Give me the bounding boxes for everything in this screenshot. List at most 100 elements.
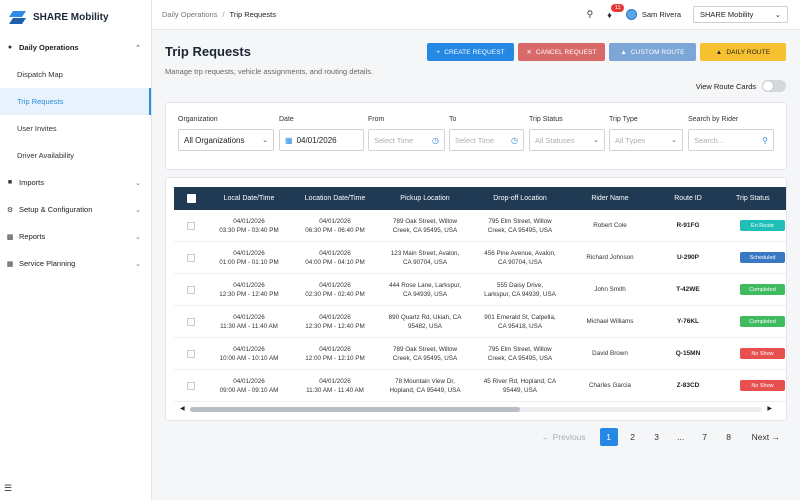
- table-row[interactable]: 04/01/2026 11:30 AM - 11:40 AM 04/01/2026 1…: [174, 306, 786, 338]
- nav-section-setup-configuration[interactable]: ⚙ Setup & Configuration ⌄: [0, 196, 151, 223]
- page-2[interactable]: 2: [624, 428, 642, 446]
- chevron-down-icon: ⌄: [262, 137, 268, 144]
- page-title: Trip Requests: [165, 44, 251, 59]
- avatar[interactable]: [625, 9, 637, 20]
- breadcrumb-parent[interactable]: Daily Operations: [162, 10, 217, 19]
- sidebar-item-trip-requests[interactable]: Trip Requests: [0, 88, 151, 115]
- breadcrumb-current: Trip Requests: [229, 10, 276, 19]
- cell-route-id: Q-15MN: [675, 350, 701, 358]
- logo[interactable]: SHARE Mobility: [0, 0, 151, 34]
- sidebar-item-driver-availability[interactable]: Driver Availability: [0, 142, 151, 169]
- from-time-field[interactable]: Select Time ◷: [368, 129, 445, 151]
- cell-dropoff-location: 456 Pine Avenue, Avalon, CA 90704, USA: [484, 249, 556, 266]
- sidebar: SHARE Mobility ● Daily Operations ⌃ Disp…: [0, 0, 152, 500]
- status-badge: No Show: [740, 348, 785, 359]
- cell-rider-name: Robert Cole: [593, 222, 627, 230]
- topbar: Daily Operations / Trip Requests ⚲ ♦ 11 Sam…: [152, 0, 800, 30]
- cell-rider-name: David Brown: [592, 350, 628, 358]
- chart-icon: ▩: [6, 233, 14, 241]
- horizontal-scrollbar[interactable]: ◀ ▶: [180, 405, 772, 413]
- col-local-datetime[interactable]: Local Date/Time: [208, 187, 290, 210]
- row-checkbox[interactable]: [187, 222, 195, 230]
- col-rider-name[interactable]: Rider Name: [570, 187, 650, 210]
- view-route-cards-toggle[interactable]: [762, 80, 786, 92]
- trip-requests-table: Local Date/Time Location Date/Time Picku…: [165, 177, 787, 421]
- col-trip-status[interactable]: Trip Status: [726, 187, 786, 210]
- status-badge: Completed: [740, 284, 785, 295]
- breadcrumb: Daily Operations / Trip Requests: [162, 10, 276, 19]
- col-dropoff-location[interactable]: Drop-off Location: [474, 187, 566, 210]
- table-row[interactable]: 04/01/2026 10:00 AM - 10:10 AM 04/01/2026 1…: [174, 338, 786, 370]
- menu-icon[interactable]: ☰: [4, 483, 12, 494]
- bell-icon[interactable]: ♦ 11: [607, 3, 625, 20]
- scroll-right-arrow-icon[interactable]: ▶: [767, 405, 772, 412]
- custom-route-button[interactable]: ▲ CUSTOM ROUTE: [609, 43, 696, 61]
- clock-icon: ◷: [432, 135, 439, 145]
- org-select[interactable]: SHARE Mobility ⌄: [693, 6, 788, 23]
- cell-pickup-location: 789 Oak Street, Willow Creek, CA 95495, U…: [392, 345, 458, 362]
- previous-page-button[interactable]: ← Previous: [542, 432, 586, 442]
- row-checkbox[interactable]: [187, 254, 195, 262]
- calendar-icon: ▦: [285, 135, 293, 145]
- cell-route-id: U-290P: [676, 254, 700, 262]
- row-checkbox[interactable]: [187, 286, 195, 294]
- search-icon[interactable]: ⚲: [587, 9, 594, 20]
- cell-rider-name: John Smith: [594, 286, 626, 294]
- nav-section-daily-operations[interactable]: ● Daily Operations ⌃: [0, 34, 151, 61]
- cell-pickup-location: 890 Quartz Rd, Ukiah, CA 95482, USA: [388, 313, 462, 330]
- scroll-thumb[interactable]: [190, 407, 520, 412]
- cell-route-id: R-91FG: [676, 222, 700, 230]
- chevron-up-icon: ⌃: [135, 44, 141, 52]
- nav-section-reports[interactable]: ▩ Reports ⌄: [0, 223, 151, 250]
- row-checkbox[interactable]: [187, 382, 195, 390]
- col-route-id[interactable]: Route ID: [654, 187, 722, 210]
- status-badge: No Show: [740, 380, 785, 391]
- table-row[interactable]: 04/01/2026 09:00 AM - 09:10 AM 04/01/2026 1…: [174, 370, 786, 402]
- sidebar-item-dispatch-map[interactable]: Dispatch Map: [0, 61, 151, 88]
- row-checkbox[interactable]: [187, 318, 195, 326]
- page-7[interactable]: 7: [696, 428, 714, 446]
- status-badge: Completed: [740, 316, 785, 327]
- table-header: Local Date/Time Location Date/Time Picku…: [174, 187, 786, 210]
- nav-section-imports[interactable]: ■ Imports ⌄: [0, 169, 151, 196]
- cancel-request-button[interactable]: ✕ CANCEL REQUEST: [518, 43, 605, 61]
- scroll-left-arrow-icon[interactable]: ◀: [180, 405, 185, 412]
- table-row[interactable]: 04/01/2026 12:30 PM - 12:40 PM 04/01/2026 0…: [174, 274, 786, 306]
- col-location-datetime[interactable]: Location Date/Time: [294, 187, 376, 210]
- chevron-down-icon: ⌄: [671, 137, 677, 144]
- organization-select[interactable]: All Organizations ⌄: [178, 129, 274, 151]
- rider-search-input[interactable]: Search... ⚲: [688, 129, 774, 151]
- to-time-field[interactable]: Select Time ◷: [449, 129, 524, 151]
- table-row[interactable]: 04/01/2026 03:30 PM - 03:40 PM 04/01/2026 0…: [174, 210, 786, 242]
- cell-local-datetime: 04/01/2026 10:00 AM - 10:10 AM: [219, 345, 279, 362]
- location-pin-icon: ●: [7, 44, 13, 51]
- page-8[interactable]: 8: [720, 428, 738, 446]
- page-3[interactable]: 3: [648, 428, 666, 446]
- car-icon: ▲: [620, 48, 627, 56]
- daily-route-button[interactable]: ▲ DAILY ROUTE: [700, 43, 786, 61]
- create-request-button[interactable]: + CREATE REQUEST: [427, 43, 514, 61]
- trip-type-select[interactable]: All Types ⌄: [609, 129, 683, 151]
- cell-route-id: Z-83CD: [676, 382, 700, 390]
- row-checkbox[interactable]: [187, 350, 195, 358]
- clock-icon: ◷: [511, 135, 518, 145]
- car-icon: ▲: [715, 48, 723, 56]
- page-1[interactable]: 1: [599, 428, 618, 446]
- plus-icon: +: [436, 48, 441, 56]
- page-subtitle: Manage trp requests, vehicle assignments…: [165, 67, 374, 76]
- table-row[interactable]: 04/01/2026 01:00 PM - 01:10 PM 04/01/2026 0…: [174, 242, 786, 274]
- chevron-down-icon: ⌄: [135, 206, 141, 214]
- date-field[interactable]: ▦ 04/01/2026: [279, 129, 364, 151]
- sidebar-item-user-invites[interactable]: User Invites: [0, 115, 151, 142]
- trip-status-select[interactable]: All Statuses ⌄: [529, 129, 605, 151]
- select-all-checkbox[interactable]: [187, 194, 196, 203]
- settings-icon: ⚙: [6, 206, 14, 214]
- cell-location-datetime: 04/01/2026 04:00 PM - 04:10 PM: [305, 249, 365, 266]
- cell-location-datetime: 04/01/2026 12:00 PM - 12:10 PM: [305, 345, 365, 362]
- search-icon: ⚲: [762, 135, 768, 145]
- chevron-down-icon: ⌄: [135, 233, 141, 241]
- col-pickup-location[interactable]: Pickup Location: [380, 187, 470, 210]
- next-page-button[interactable]: Next →: [752, 432, 780, 442]
- user-name[interactable]: Sam Rivera: [642, 10, 681, 19]
- nav-section-service-planning[interactable]: ▦ Service Planning ⌄: [0, 250, 151, 277]
